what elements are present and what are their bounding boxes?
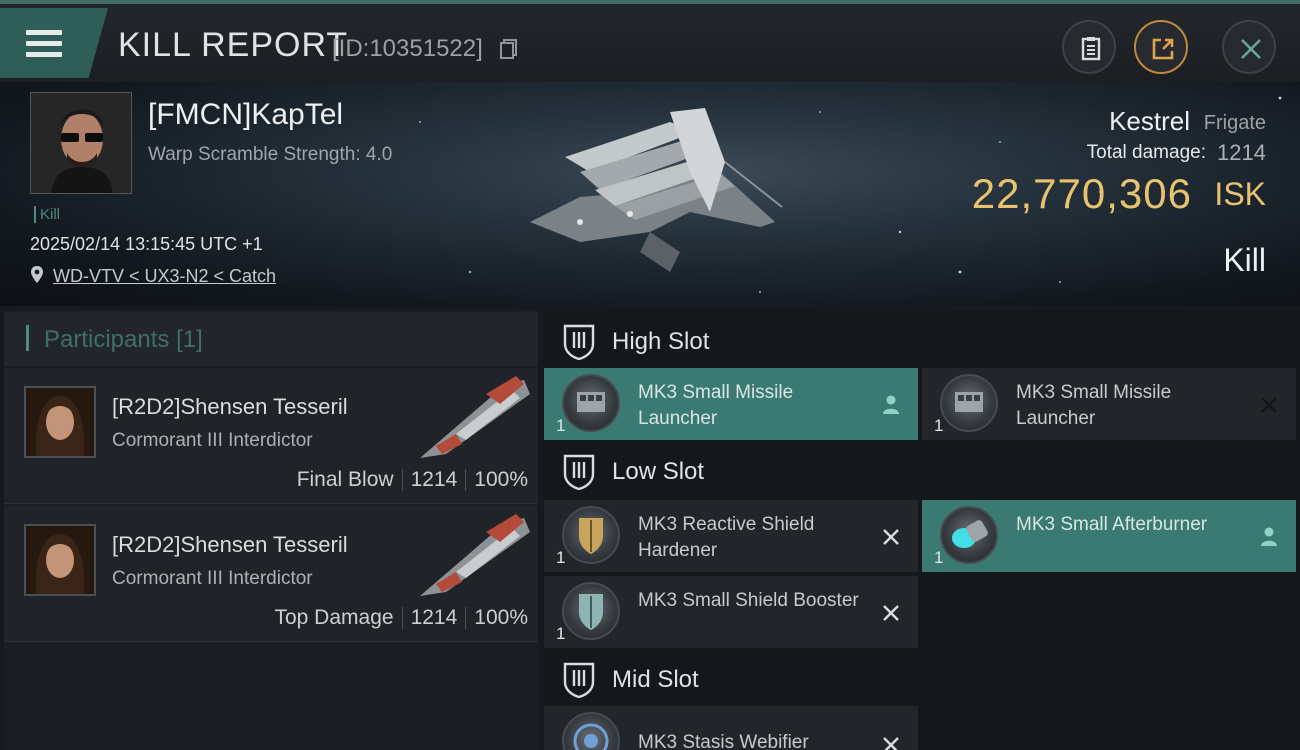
participant-stats: Top Damage 1214 100% — [274, 606, 528, 630]
participant-damage: 1214 — [410, 468, 458, 491]
module-quantity: 1 — [556, 416, 566, 435]
high-slot-title: High Slot — [612, 328, 710, 355]
module-name: MK3 Reactive Shield Hardener — [638, 514, 815, 561]
missile-launcher-icon — [562, 374, 620, 432]
isk-value: 22,770,306 — [971, 170, 1192, 217]
mid-slot-header: Mid Slot — [544, 650, 1300, 708]
warp-scramble-strength: Warp Scramble Strength: 4.0 — [148, 144, 393, 165]
clipboard-button[interactable] — [1062, 20, 1116, 74]
module-name: MK3 Small Missile Launcher — [1016, 382, 1172, 429]
mid-slot-title: Mid Slot — [612, 666, 699, 693]
shield-booster-icon — [562, 582, 620, 640]
title-bar: KILL REPORT [ID:10351522] — [0, 0, 1300, 82]
divider — [465, 607, 467, 629]
location-link[interactable]: WD-VTV < UX3-N2 < Catch — [53, 266, 276, 287]
location-pin-icon — [31, 266, 43, 283]
share-icon — [1152, 38, 1174, 60]
shield-hardener-icon — [562, 506, 620, 564]
participants-title: Participants [1] — [44, 326, 203, 353]
shield-slot-icon — [563, 662, 595, 698]
total-damage-value: 1214 — [1217, 140, 1266, 165]
menu-button[interactable] — [0, 8, 108, 78]
low-slot-title: Low Slot — [612, 458, 705, 485]
victim-summary: [FMCN]KapTel Warp Scramble Strength: 4.0… — [0, 82, 1300, 306]
shield-slot-icon — [563, 454, 595, 490]
participant-face-image — [26, 388, 94, 456]
module-item[interactable]: 1 MK3 Reactive Shield Hardener — [544, 500, 918, 572]
dropped-person-icon — [1261, 527, 1277, 546]
participant-percent: 100% — [474, 468, 528, 491]
dropped-person-icon — [883, 395, 899, 414]
result-label: Kill — [1223, 242, 1266, 278]
participant-face-image — [26, 526, 94, 594]
destroyed-x-icon — [883, 529, 899, 545]
hamburger-icon — [26, 30, 62, 58]
module-item[interactable]: 1 MK3 Small Missile Launcher — [922, 368, 1296, 440]
participant-stats: Final Blow 1214 100% — [297, 468, 528, 492]
module-name: MK3 Small Shield Booster — [638, 590, 859, 611]
isk-unit: ISK — [1214, 176, 1266, 212]
participant-name[interactable]: [R2D2]Shensen Tesseril — [112, 532, 348, 558]
participant-ship-image — [420, 514, 530, 596]
participant-percent: 100% — [474, 606, 528, 629]
high-slot-header: High Slot — [544, 312, 1300, 370]
page-title: KILL REPORT — [118, 26, 349, 64]
participant-row[interactable]: [R2D2]Shensen Tesseril Cormorant III Int… — [4, 368, 538, 504]
afterburner-icon — [940, 506, 998, 564]
divider — [401, 469, 403, 491]
share-button[interactable] — [1134, 20, 1188, 74]
destroyed-x-icon — [883, 605, 899, 621]
module-quantity: 1 — [934, 548, 944, 567]
low-slot-header: Low Slot — [544, 442, 1300, 500]
victim-ship-name[interactable]: Kestrel — [1109, 106, 1190, 137]
participant-role: Top Damage — [274, 606, 394, 629]
module-quantity: 1 — [556, 548, 566, 567]
divider — [401, 607, 403, 629]
missile-launcher-icon — [940, 374, 998, 432]
copy-icon[interactable] — [500, 39, 517, 59]
report-id: [ID:10351522] — [332, 35, 483, 62]
participant-ship-image — [420, 376, 530, 458]
victim-pilot-name[interactable]: [FMCN]KapTel — [148, 98, 343, 132]
pilot-face-image — [31, 93, 131, 193]
kill-datetime: 2025/02/14 13:15:45 UTC +1 — [30, 234, 263, 254]
module-item[interactable]: 1 MK3 Small Shield Booster — [544, 576, 918, 648]
module-name: MK3 Stasis Webifier — [638, 732, 809, 750]
module-item[interactable]: MK3 Stasis Webifier — [544, 706, 918, 750]
participant-damage: 1214 — [410, 606, 458, 629]
participant-row[interactable]: [R2D2]Shensen Tesseril Cormorant III Int… — [4, 506, 538, 642]
participant-role: Final Blow — [296, 468, 394, 491]
close-button[interactable] — [1222, 20, 1276, 74]
participant-name[interactable]: [R2D2]Shensen Tesseril — [112, 394, 348, 420]
participant-ship: Cormorant III Interdictor — [112, 430, 313, 451]
module-item[interactable]: 1 MK3 Small Afterburner — [922, 500, 1296, 572]
stasis-webifier-icon — [562, 712, 620, 750]
total-damage-label: Total damage: — [1086, 142, 1206, 163]
module-item[interactable]: 1 MK3 Small Missile Launcher — [544, 368, 918, 440]
module-quantity: 1 — [556, 624, 566, 643]
participants-header: Participants [1] — [4, 312, 538, 366]
kill-tag: Kill — [34, 206, 60, 223]
victim-ship-image — [530, 108, 783, 272]
participant-avatar[interactable] — [24, 386, 96, 458]
participant-avatar[interactable] — [24, 524, 96, 596]
module-name: MK3 Small Missile Launcher — [638, 382, 794, 429]
module-name: MK3 Small Afterburner — [1016, 514, 1208, 535]
victim-ship-class: Frigate — [1203, 112, 1266, 134]
divider — [465, 469, 467, 491]
clipboard-icon — [1081, 37, 1101, 61]
participant-ship: Cormorant III Interdictor — [112, 568, 313, 589]
destroyed-x-icon — [883, 737, 899, 750]
shield-slot-icon — [563, 324, 595, 360]
module-quantity: 1 — [934, 416, 944, 435]
destroyed-x-icon — [1261, 397, 1277, 413]
close-icon — [1241, 39, 1261, 59]
victim-portrait[interactable] — [30, 92, 132, 194]
header-accent-bar — [26, 325, 29, 351]
